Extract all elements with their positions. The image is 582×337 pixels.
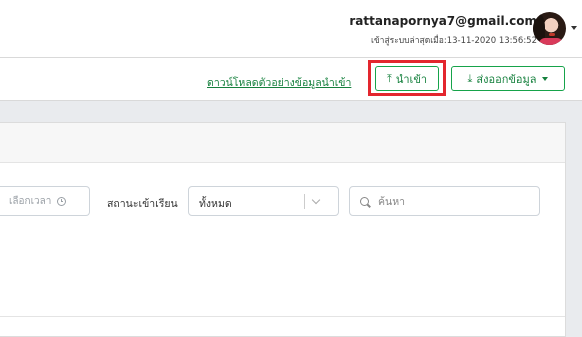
chevron-down-icon xyxy=(542,76,549,81)
search-icon xyxy=(360,196,369,206)
action-bar: ดาวน์โหลดตัวอย่างข้อมูลนำเข้า ⤒ นำเข้า ⤓… xyxy=(0,58,582,101)
select-divider xyxy=(304,194,305,209)
chevron-down-icon[interactable] xyxy=(571,26,577,30)
time-picker-placeholder: เลือกเวลา xyxy=(9,195,52,207)
search-input[interactable]: ค้นหา xyxy=(349,186,540,216)
attendance-status-label: สถานะเข้าเรียน xyxy=(107,198,178,210)
export-button[interactable]: ⤓ ส่งออกข้อมูล xyxy=(451,66,565,91)
content-card: เลือกเวลา สถานะเข้าเรียน ทั้งหมด ค้นหา xyxy=(0,122,566,337)
import-button-label: นำเข้า xyxy=(395,72,428,86)
table-divider xyxy=(0,316,565,317)
import-button[interactable]: ⤒ นำเข้า xyxy=(375,66,439,91)
card-header xyxy=(0,123,565,163)
search-placeholder: ค้นหา xyxy=(378,195,406,208)
chevron-down-icon[interactable] xyxy=(311,195,321,205)
attendance-status-select[interactable]: ทั้งหมด xyxy=(188,186,339,216)
user-email: rattanapornya7@gmail.com xyxy=(349,14,537,28)
last-login-time: เข้าสู่ระบบล่าสุดเมื่อ:13-11-2020 13:56:… xyxy=(370,36,537,46)
download-sample-link[interactable]: ดาวน์โหลดตัวอย่างข้อมูลนำเข้า xyxy=(207,74,351,91)
time-picker-input[interactable]: เลือกเวลา xyxy=(0,186,90,216)
attendance-status-value: ทั้งหมด xyxy=(199,198,232,210)
upload-icon: ⤒ xyxy=(386,72,392,85)
top-navbar: rattanapornya7@gmail.com เข้าสู่ระบบล่าส… xyxy=(0,0,582,58)
export-button-label: ส่งออกข้อมูล xyxy=(476,72,537,86)
clock-icon xyxy=(57,196,67,206)
download-icon: ⤓ xyxy=(467,72,473,85)
user-avatar[interactable] xyxy=(533,12,566,45)
